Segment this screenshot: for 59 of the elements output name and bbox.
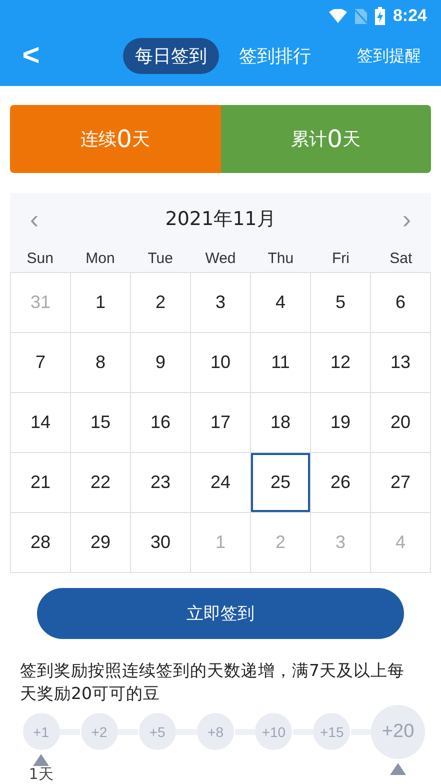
day-cell[interactable]: 14 [11,393,71,453]
day-cell[interactable]: 26 [311,453,371,513]
day-cell[interactable]: 17 [191,393,251,453]
weekday-label: Thu [266,250,295,267]
wifi-icon [328,9,347,23]
weekday-label: Sun [26,250,54,267]
day-cell[interactable]: 2 [131,273,191,333]
day-cell[interactable]: 18 [251,393,311,453]
day-cell[interactable]: 13 [371,333,431,393]
day-cell[interactable]: 16 [131,393,191,453]
day-cell[interactable]: 12 [311,333,371,393]
weekday-label: Sat [388,250,414,267]
stat-label: 连续 [80,128,117,151]
reward-circle: +1 [22,713,60,750]
day-cell[interactable]: 1 [71,273,131,333]
day-cell[interactable]: 19 [311,393,371,453]
stat-value: 0 [327,125,342,153]
tab[interactable]: 每日签到 [123,38,219,74]
day-cell[interactable]: 7 [11,333,71,393]
reward-rule-text: 签到奖励按照连续签到的天数递增，满7天及以上每天奖励20可可的豆 [20,660,406,705]
reward-circle: +2 [80,713,118,750]
weekday-label: Fri [331,250,351,267]
day-cell[interactable]: 20 [371,393,431,453]
day-cell[interactable]: 30 [131,513,191,573]
day-cell[interactable]: 24 [191,453,251,513]
day-cell[interactable]: 6 [371,273,431,333]
weekday-label: Wed [204,250,237,267]
day-cell[interactable]: 4 [251,273,311,333]
no-sim-icon [354,8,367,24]
reward-circle: +20 [371,705,426,759]
day-cell[interactable]: 27 [371,453,431,513]
day-cell[interactable]: 9 [131,333,191,393]
sign-in-button[interactable]: 立即签到 [37,588,404,639]
day-cell[interactable]: 11 [251,333,311,393]
battery-charging-icon [374,7,385,25]
day-cell[interactable]: 21 [11,453,71,513]
reward-circle: +8 [197,713,234,750]
day-cell[interactable]: 28 [11,513,71,573]
stat-unit: 天 [132,128,150,151]
stat-unit: 天 [342,128,360,151]
day-cell[interactable]: 5 [311,273,371,333]
day-cell[interactable]: 22 [71,453,131,513]
month-title: 2021年11月 [165,207,276,232]
stat-value: 0 [116,125,132,153]
status-time: 8:24 [392,6,427,26]
weekday-label: Mon [84,250,116,267]
day-cell[interactable]: 15 [71,393,131,453]
reward-circle: +10 [255,713,292,750]
day-cell[interactable]: 25 [251,453,311,513]
day-cell[interactable]: 29 [71,513,131,573]
reward-circle: +5 [138,713,176,750]
stat-label: 累计 [291,128,328,151]
day-cell[interactable]: 8 [71,333,131,393]
reward-circle: +15 [313,713,350,750]
day-cell[interactable]: 23 [131,453,191,513]
day-cell[interactable]: 3 [191,273,251,333]
weekday-label: Tue [146,250,174,267]
day-caption: 1天 [28,766,54,782]
day-cell[interactable]: 10 [191,333,251,393]
